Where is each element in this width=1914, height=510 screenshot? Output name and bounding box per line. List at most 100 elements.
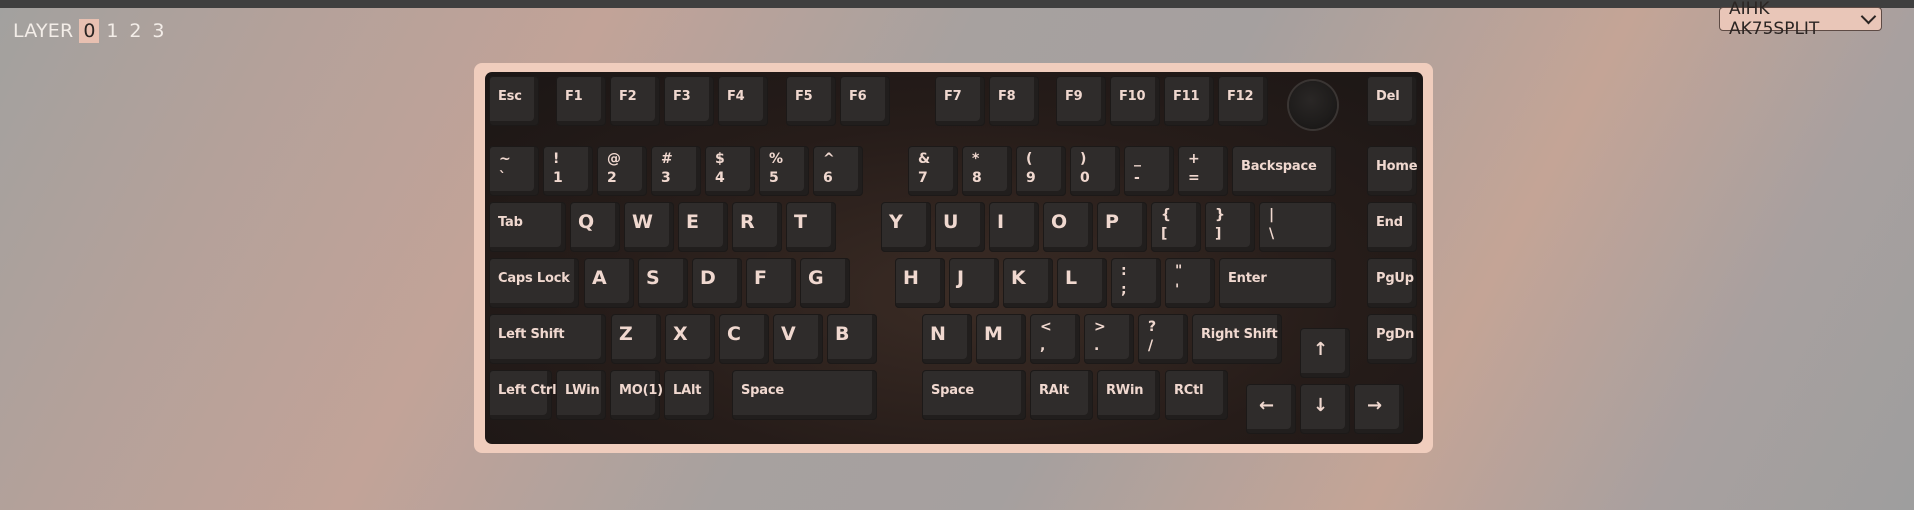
key-pgup[interactable]: PgUp bbox=[1367, 258, 1417, 308]
key-d[interactable]: D bbox=[692, 258, 742, 308]
key-6[interactable]: ^ 6 bbox=[813, 146, 863, 196]
key-shift-label: { bbox=[1161, 207, 1171, 223]
key-label: Home bbox=[1376, 159, 1418, 174]
key-down-arrow[interactable]: ↓ bbox=[1300, 384, 1350, 434]
key-label: 2 bbox=[607, 170, 617, 186]
layer-option-2[interactable]: 2 bbox=[125, 19, 145, 43]
key-r[interactable]: R bbox=[732, 202, 782, 252]
key-left-ctrl[interactable]: Left Ctrl bbox=[489, 370, 557, 420]
key-b[interactable]: B bbox=[827, 314, 877, 364]
key-f[interactable]: F bbox=[746, 258, 796, 308]
key-end[interactable]: End bbox=[1367, 202, 1417, 252]
key-c[interactable]: C bbox=[719, 314, 769, 364]
key-z[interactable]: Z bbox=[611, 314, 661, 364]
key-label: RAlt bbox=[1039, 383, 1069, 398]
key-f3[interactable]: F3 bbox=[664, 76, 714, 126]
key-backspace[interactable]: Backspace bbox=[1232, 146, 1336, 196]
key-capslock[interactable]: Caps Lock bbox=[489, 258, 579, 308]
key-f4[interactable]: F4 bbox=[718, 76, 768, 126]
key-backslash[interactable]: | \ bbox=[1259, 202, 1336, 252]
key-f6[interactable]: F6 bbox=[840, 76, 890, 126]
key-rctl[interactable]: RCtl bbox=[1165, 370, 1228, 420]
key-comma[interactable]: <, bbox=[1030, 314, 1080, 364]
key-o[interactable]: O bbox=[1043, 202, 1093, 252]
key-m[interactable]: M bbox=[976, 314, 1026, 364]
key-8[interactable]: * 8 bbox=[962, 146, 1012, 196]
key-f1[interactable]: F1 bbox=[556, 76, 606, 126]
key-minus[interactable]: _ - bbox=[1124, 146, 1174, 196]
key-mo1[interactable]: MO(1) bbox=[610, 370, 663, 420]
key-enter[interactable]: Enter bbox=[1219, 258, 1336, 308]
key-equal[interactable]: + = bbox=[1178, 146, 1228, 196]
key-v[interactable]: V bbox=[773, 314, 823, 364]
key-w[interactable]: W bbox=[624, 202, 674, 252]
key-ralt[interactable]: RAlt bbox=[1030, 370, 1093, 420]
key-h[interactable]: H bbox=[895, 258, 945, 308]
key-f8[interactable]: F8 bbox=[989, 76, 1039, 126]
layer-option-1[interactable]: 1 bbox=[102, 19, 122, 43]
key-y[interactable]: Y bbox=[881, 202, 931, 252]
key-x[interactable]: X bbox=[665, 314, 715, 364]
down-arrow-icon: ↓ bbox=[1313, 395, 1328, 416]
key-4[interactable]: $4 bbox=[705, 146, 755, 196]
key-f7[interactable]: F7 bbox=[935, 76, 985, 126]
key-q[interactable]: Q bbox=[570, 202, 620, 252]
key-pgdn[interactable]: PgDn bbox=[1367, 314, 1417, 364]
key-p[interactable]: P bbox=[1097, 202, 1147, 252]
key-f10[interactable]: F10 bbox=[1110, 76, 1160, 126]
key-f5[interactable]: F5 bbox=[786, 76, 836, 126]
key-right-space[interactable]: Space bbox=[922, 370, 1026, 420]
key-t[interactable]: T bbox=[786, 202, 836, 252]
key-1[interactable]: ! 1 bbox=[543, 146, 593, 196]
key-del[interactable]: Del bbox=[1367, 76, 1417, 126]
key-label: Space bbox=[931, 383, 974, 398]
key-left-shift[interactable]: Left Shift bbox=[489, 314, 606, 364]
key-slash[interactable]: ? / bbox=[1138, 314, 1188, 364]
key-3[interactable]: #3 bbox=[651, 146, 701, 196]
key-2[interactable]: @2 bbox=[597, 146, 647, 196]
keyboard-select[interactable]: AIHK AK75SPLIT bbox=[1719, 0, 1882, 39]
key-f11[interactable]: F11 bbox=[1164, 76, 1214, 126]
key-home[interactable]: Home bbox=[1367, 146, 1418, 196]
key-e[interactable]: E bbox=[678, 202, 728, 252]
key-left-space[interactable]: Space bbox=[732, 370, 877, 420]
key-f2[interactable]: F2 bbox=[610, 76, 660, 126]
key-up-arrow[interactable]: ↑ bbox=[1300, 328, 1350, 378]
key-grave[interactable]: ~ ` bbox=[489, 146, 539, 196]
key-k[interactable]: K bbox=[1003, 258, 1053, 308]
key-label: J bbox=[957, 267, 964, 289]
key-esc[interactable]: Esc bbox=[489, 76, 539, 126]
key-rbracket[interactable]: }] bbox=[1205, 202, 1255, 252]
key-lwin[interactable]: LWin bbox=[556, 370, 606, 420]
rotary-knob[interactable] bbox=[1289, 81, 1337, 129]
key-label: F11 bbox=[1173, 89, 1200, 104]
key-lalt[interactable]: LAlt bbox=[664, 370, 714, 420]
key-0[interactable]: ) 0 bbox=[1070, 146, 1120, 196]
key-a[interactable]: A bbox=[584, 258, 634, 308]
key-semicolon[interactable]: :; bbox=[1111, 258, 1161, 308]
layer-option-0[interactable]: 0 bbox=[79, 19, 100, 43]
key-right-arrow[interactable]: → bbox=[1354, 384, 1404, 434]
key-i[interactable]: I bbox=[989, 202, 1039, 252]
key-left-arrow[interactable]: ← bbox=[1246, 384, 1296, 434]
key-5[interactable]: % 5 bbox=[759, 146, 809, 196]
key-label: R bbox=[740, 211, 755, 233]
key-9[interactable]: (9 bbox=[1016, 146, 1066, 196]
key-lbracket[interactable]: {[ bbox=[1151, 202, 1201, 252]
key-g[interactable]: G bbox=[800, 258, 850, 308]
key-7[interactable]: & 7 bbox=[908, 146, 958, 196]
key-f12[interactable]: F12 bbox=[1218, 76, 1268, 126]
key-label: X bbox=[673, 323, 688, 345]
key-rwin[interactable]: RWin bbox=[1097, 370, 1160, 420]
key-f9[interactable]: F9 bbox=[1056, 76, 1106, 126]
key-quote[interactable]: " ' bbox=[1165, 258, 1215, 308]
key-u[interactable]: U bbox=[935, 202, 985, 252]
key-j[interactable]: J bbox=[949, 258, 999, 308]
key-l[interactable]: L bbox=[1057, 258, 1107, 308]
key-tab[interactable]: Tab bbox=[489, 202, 566, 252]
key-s[interactable]: S bbox=[638, 258, 688, 308]
key-n[interactable]: N bbox=[922, 314, 972, 364]
key-right-shift[interactable]: Right Shift bbox=[1192, 314, 1282, 364]
layer-option-3[interactable]: 3 bbox=[148, 19, 168, 43]
key-period[interactable]: >. bbox=[1084, 314, 1134, 364]
